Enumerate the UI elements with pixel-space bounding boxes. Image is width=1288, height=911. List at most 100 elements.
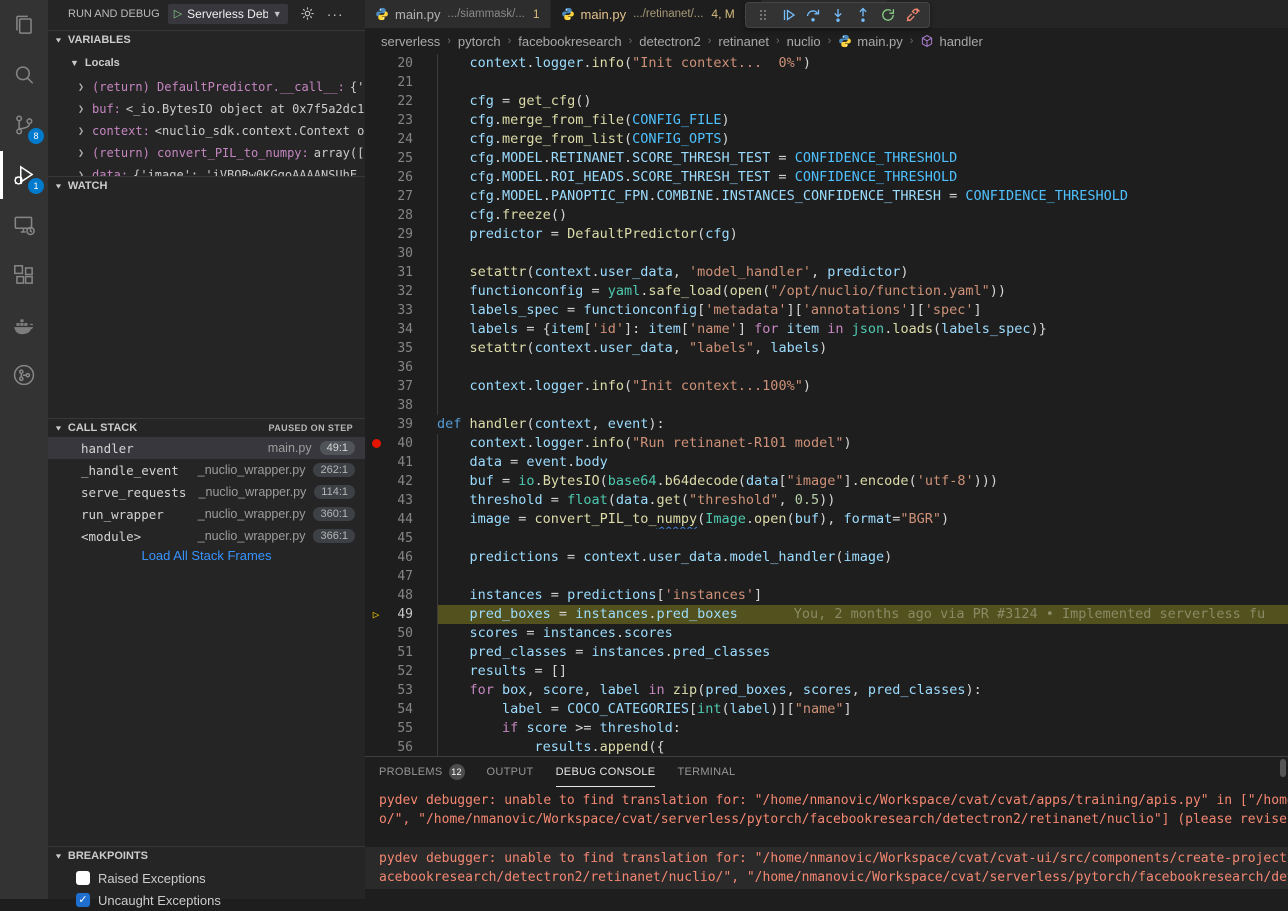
call-stack-frame[interactable]: run_wrapper _nuclio_wrapper.py 360:1 [48, 503, 365, 525]
gutter[interactable] [365, 149, 387, 168]
editor-tab-main.py[interactable]: main.py.../retinanet/...4, M× [551, 0, 762, 28]
code-line-40[interactable]: 40 context.logger.info("Run retinanet-R1… [365, 434, 1288, 453]
watch-section-header[interactable]: ▼ WATCH [48, 176, 365, 195]
code-line-28[interactable]: 28 cfg.freeze() [365, 206, 1288, 225]
gutter[interactable] [365, 719, 387, 738]
gutter[interactable] [365, 662, 387, 681]
gutter[interactable] [365, 225, 387, 244]
gutter[interactable] [365, 529, 387, 548]
code-line-48[interactable]: 48 instances = predictions['instances'] [365, 586, 1288, 605]
gutter[interactable] [365, 548, 387, 567]
code-line-30[interactable]: 30 [365, 244, 1288, 263]
variable-row[interactable]: ❯ (return) convert_PIL_to_numpy: array([… [48, 142, 365, 164]
gutter[interactable] [365, 244, 387, 263]
gutter[interactable] [365, 415, 387, 434]
load-all-stack-frames-link[interactable]: Load All Stack Frames [48, 548, 365, 563]
variable-row[interactable]: ❯ buf: <_io.BytesIO object at 0x7f5a2dc1… [48, 98, 365, 120]
variable-row[interactable]: ❯ context: <nuclio_sdk.context.Context o… [48, 120, 365, 142]
code-line-22[interactable]: 22 cfg = get_cfg() [365, 92, 1288, 111]
gutter[interactable] [365, 700, 387, 719]
call-stack-frame[interactable]: handler main.py 49:1 [48, 437, 365, 459]
call-stack-frame[interactable]: <module> _nuclio_wrapper.py 366:1 [48, 525, 365, 547]
editor-tab-main.py[interactable]: main.py.../siammask/...1 [365, 0, 550, 28]
code-line-27[interactable]: 27 cfg.MODEL.PANOPTIC_FPN.COMBINE.INSTAN… [365, 187, 1288, 206]
panel-tab-terminal[interactable]: TERMINAL [677, 757, 735, 787]
code-line-43[interactable]: 43 threshold = float(data.get("threshold… [365, 491, 1288, 510]
gutter[interactable] [365, 54, 387, 73]
breakpoint-row-uncaught-exceptions[interactable]: ✓ Uncaught Exceptions [48, 889, 365, 911]
call-stack-frame[interactable]: _handle_event _nuclio_wrapper.py 262:1 [48, 459, 365, 481]
panel-scrollbar[interactable] [1280, 759, 1286, 777]
gutter[interactable] [365, 168, 387, 187]
gutter[interactable] [365, 624, 387, 643]
breadcrumb-item-pytorch[interactable]: pytorch [458, 34, 501, 49]
code-line-24[interactable]: 24 cfg.merge_from_list(CONFIG_OPTS) [365, 130, 1288, 149]
gutter[interactable] [365, 206, 387, 225]
activity-bar-item-remote-explorer[interactable] [0, 200, 48, 250]
code-line-54[interactable]: 54 label = COCO_CATEGORIES[int(label)]["… [365, 700, 1288, 719]
chevron-right-icon[interactable]: ❯ [78, 104, 92, 115]
gutter[interactable] [365, 377, 387, 396]
checkbox[interactable] [76, 871, 90, 885]
gutter[interactable] [365, 738, 387, 757]
gutter[interactable] [365, 472, 387, 491]
code-line-49[interactable]: ▷49 pred_boxes = instances.pred_boxesYou… [365, 605, 1288, 624]
code-line-38[interactable]: 38 [365, 396, 1288, 415]
gutter[interactable] [365, 320, 387, 339]
step-over-button[interactable] [800, 3, 825, 27]
code-line-37[interactable]: 37 context.logger.info("Init context...1… [365, 377, 1288, 396]
code-line-39[interactable]: 39def handler(context, event): [365, 415, 1288, 434]
more-actions-icon[interactable]: ··· [327, 6, 344, 22]
breadcrumb-item-retinanet[interactable]: retinanet [718, 34, 769, 49]
code-line-32[interactable]: 32 functionconfig = yaml.safe_load(open(… [365, 282, 1288, 301]
breakpoint-row-raised-exceptions[interactable]: Raised Exceptions [48, 867, 365, 889]
gutter[interactable] [365, 681, 387, 700]
start-debug-icon[interactable]: ▷ [174, 7, 182, 20]
gutter[interactable] [365, 643, 387, 662]
gutter[interactable] [365, 111, 387, 130]
continue-button[interactable] [775, 3, 800, 27]
console-message-block[interactable]: pydev debugger: unable to find translati… [365, 789, 1288, 831]
panel-tab-debug-console[interactable]: DEBUG CONSOLE [556, 757, 656, 787]
gutter[interactable] [365, 339, 387, 358]
drag-handle-button[interactable] [750, 3, 775, 27]
debug-console-output[interactable]: pydev debugger: unable to find translati… [365, 789, 1288, 889]
code-line-20[interactable]: 20 context.logger.info("Init context... … [365, 54, 1288, 73]
gutter[interactable] [365, 130, 387, 149]
code-line-25[interactable]: 25 cfg.MODEL.RETINANET.SCORE_THRESH_TEST… [365, 149, 1288, 168]
activity-bar-item-extensions[interactable] [0, 250, 48, 300]
activity-bar-item-explorer[interactable] [0, 0, 48, 50]
gutter[interactable] [365, 358, 387, 377]
code-line-56[interactable]: 56 results.append({ [365, 738, 1288, 757]
code-line-35[interactable]: 35 setattr(context.user_data, "labels", … [365, 339, 1288, 358]
launch-config-dropdown[interactable]: ▷ Serverless Debu ▼ [168, 4, 288, 24]
breadcrumb-item-serverless[interactable]: serverless [381, 34, 440, 49]
activity-bar-item-search[interactable] [0, 50, 48, 100]
step-into-button[interactable] [825, 3, 850, 27]
code-line-50[interactable]: 50 scores = instances.scores [365, 624, 1288, 643]
variable-row[interactable]: ❯ (return) DefaultPredictor.__call__: {'… [48, 76, 365, 98]
chevron-right-icon[interactable]: ❯ [78, 82, 92, 93]
gutter[interactable] [365, 92, 387, 111]
current-line-arrow-icon[interactable]: ▷ [365, 605, 387, 624]
breadcrumb-item-main.py[interactable]: main.py [838, 34, 903, 49]
code-line-36[interactable]: 36 [365, 358, 1288, 377]
code-line-52[interactable]: 52 results = [] [365, 662, 1288, 681]
gutter[interactable] [365, 453, 387, 472]
checkbox[interactable]: ✓ [76, 893, 90, 907]
console-message-block[interactable]: pydev debugger: unable to find translati… [365, 847, 1288, 889]
gutter[interactable] [365, 263, 387, 282]
code-line-47[interactable]: 47 [365, 567, 1288, 586]
activity-bar-item-source-control[interactable]: 8 [0, 100, 48, 150]
gutter[interactable] [365, 586, 387, 605]
code-line-26[interactable]: 26 cfg.MODEL.ROI_HEADS.SCORE_THRESH_TEST… [365, 168, 1288, 187]
chevron-right-icon[interactable]: ❯ [78, 148, 92, 159]
code-line-34[interactable]: 34 labels = {item['id']: item['name'] fo… [365, 320, 1288, 339]
chevron-right-icon[interactable]: ❯ [78, 126, 92, 137]
call-stack-section-header[interactable]: ▼ CALL STACK PAUSED ON STEP [48, 418, 365, 437]
call-stack-frame[interactable]: serve_requests _nuclio_wrapper.py 114:1 [48, 481, 365, 503]
restart-button[interactable] [875, 3, 900, 27]
gutter[interactable] [365, 491, 387, 510]
panel-tab-output[interactable]: OUTPUT [487, 757, 534, 787]
breadcrumb-item-handler[interactable]: handler [920, 34, 982, 49]
